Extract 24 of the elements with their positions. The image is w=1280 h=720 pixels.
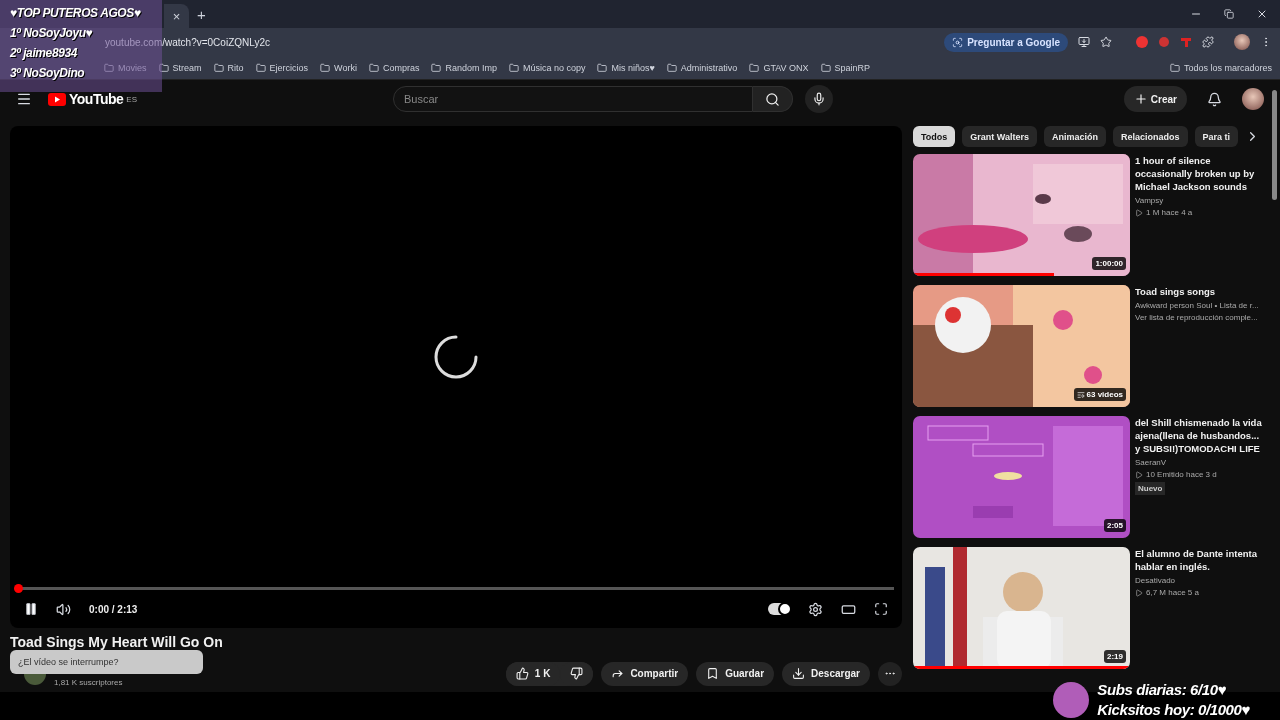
overlay-title: ♥TOP PUTEROS AGOS♥ <box>10 5 141 22</box>
channel-name: Awkward person Soul • Lista de r... <box>1135 301 1260 310</box>
view-info: 10 Emitido hace 3 d <box>1146 470 1217 479</box>
view-info: 6,7 M hace 5 a <box>1146 588 1199 597</box>
channel-name: Vampsy <box>1135 196 1165 205</box>
view-info: 1 M hace 4 a <box>1146 208 1193 217</box>
channel-name: SaeranV <box>1135 458 1168 467</box>
video-count: 63 videos <box>1073 388 1126 401</box>
channel-name: Desativado <box>1135 576 1177 585</box>
ranking-entry: 3º NoSoyDino <box>10 65 85 82</box>
duration: 2:05 <box>1104 519 1126 532</box>
tooltip: ¿El vídeo se interrumpe? <box>10 650 203 674</box>
logo-text: YouTube <box>69 91 124 107</box>
ranking-entry: 2º jaime8934 <box>10 45 77 62</box>
new-tag: Nuevo <box>1135 482 1166 495</box>
duration: 2:19 <box>1104 650 1126 663</box>
subscriber-count: 1,81 K suscriptores <box>54 678 123 687</box>
video-title: Toad Sings My Heart Will Go On <box>10 634 223 650</box>
duration: 1:00:00 <box>1092 257 1126 270</box>
stream-goal: Kicksitos hoy: 0/1000♥ <box>1097 701 1250 719</box>
ranking-entry: 1º NoSoyJoyu♥ <box>10 25 93 42</box>
region-label: ES <box>126 95 137 104</box>
stream-goal: Subs diarias: 6/10♥ <box>1097 681 1227 699</box>
time-display: 0:00 / 2:13 <box>89 603 138 615</box>
